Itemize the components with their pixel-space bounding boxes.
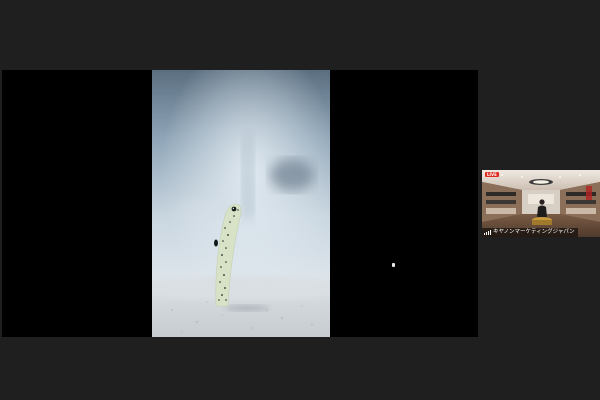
signal-bars-icon xyxy=(484,230,491,235)
meeting-window: LIVE キヤノンマーケティングジャパン xyxy=(0,0,600,400)
shared-screen[interactable] xyxy=(2,70,478,337)
participant-name-bar: キヤノンマーケティングジャパン xyxy=(482,228,578,237)
participant-name: キヤノンマーケティングジャパン xyxy=(493,229,575,235)
shared-photo xyxy=(152,70,330,337)
participant-video-tile[interactable]: LIVE キヤノンマーケティングジャパン xyxy=(482,170,600,237)
mouse-pointer-icon xyxy=(392,263,395,267)
live-badge: LIVE xyxy=(485,172,499,177)
